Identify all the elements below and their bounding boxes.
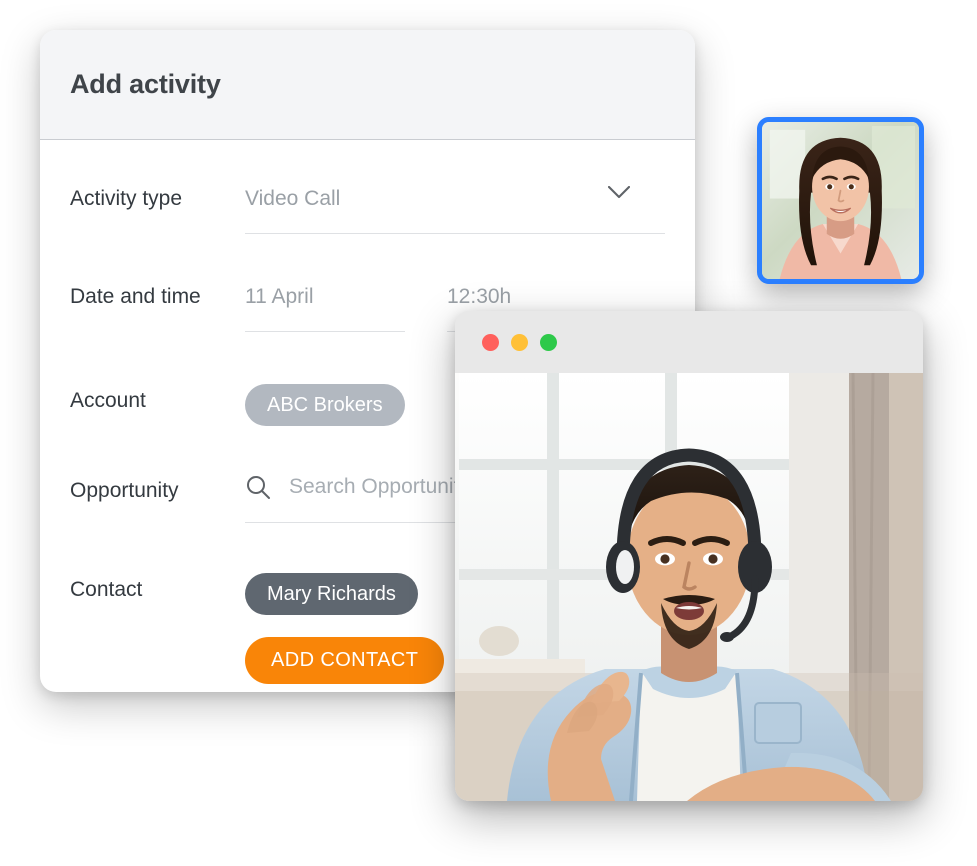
screenshot-stage: Add activity Activity type Video Call Da… [0,0,977,866]
account-chip[interactable]: ABC Brokers [245,384,405,426]
field-label-opportunity: Opportunity [70,479,179,502]
video-feed[interactable] [455,373,923,801]
self-view-thumbnail[interactable] [757,117,924,284]
activity-type-select[interactable]: Video Call [245,182,665,234]
activity-type-control[interactable]: Video Call [245,182,665,234]
close-icon[interactable] [482,333,499,351]
maximize-icon[interactable] [540,333,557,351]
minimize-icon[interactable] [511,333,528,351]
add-contact-button[interactable]: ADD CONTACT [245,637,445,684]
page-title: Add activity [70,69,221,99]
opportunity-search-placeholder: Search Opportunity [289,475,470,498]
window-titlebar [455,311,923,373]
video-call-window [455,311,923,801]
field-label-contact: Contact [70,578,143,601]
time-value: 12:30h [447,285,512,308]
contact-chip[interactable]: Mary Richards [245,573,418,615]
activity-type-value: Video Call [245,187,341,210]
card-header: Add activity [40,30,695,140]
date-input[interactable]: 11 April [245,280,405,332]
field-label-activity-type: Activity type [70,187,183,210]
chevron-down-icon[interactable] [608,186,630,199]
field-activity-type: Activity type Video Call [70,182,665,234]
self-view-image [762,122,919,279]
search-icon [245,474,271,500]
date-value: 11 April [245,285,314,308]
field-label-date-and-time: Date and time [70,285,201,308]
field-label-account: Account [70,389,146,412]
